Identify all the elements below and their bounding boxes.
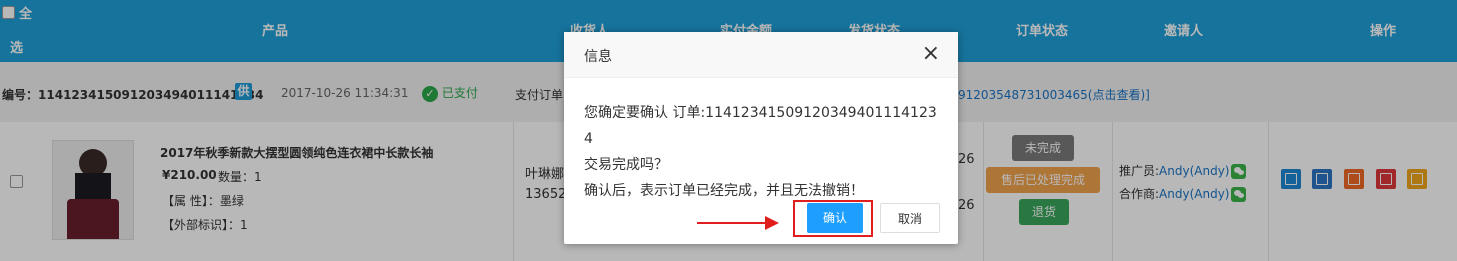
cancel-button[interactable]: 取消 — [880, 203, 940, 233]
dialog-message: 您确定要确认 订单:11412341509120349401114123​4 交… — [584, 100, 944, 204]
dialog-message-line-2: 交易完成吗？ — [584, 157, 668, 173]
dialog-message-line-1: 您确定要确认 订单:11412341509120349401114123​4 — [584, 105, 937, 147]
confirm-button[interactable]: 确认 — [807, 203, 863, 233]
dialog-title: 信息 — [584, 49, 612, 65]
dialog-message-line-3: 确认后，表示订单已经完成，并且无法撤销！ — [584, 183, 864, 199]
dialog-header: 信息 × — [564, 32, 958, 78]
confirm-dialog: 信息 × 您确定要确认 订单:1141234150912034940111412… — [564, 32, 958, 244]
arrow-annotation — [697, 216, 779, 230]
close-icon[interactable]: × — [922, 43, 940, 65]
